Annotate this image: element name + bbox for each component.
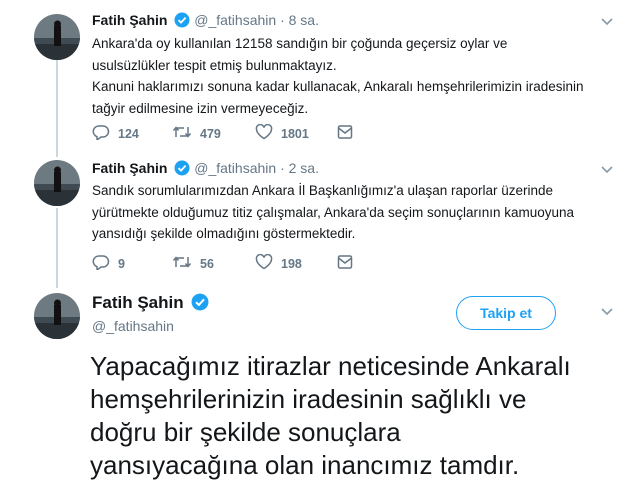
retweet-count: 56 — [200, 256, 214, 271]
tweet-text-line: Kanuni haklarımızı sonuna kadar kullanac… — [92, 79, 584, 94]
tweet-2[interactable]: Fatih Şahin @_fatihsahin · 2 sa. Sandık … — [0, 150, 628, 285]
avatar[interactable] — [34, 160, 80, 206]
main-tweet-text-line: yansıyacağına olan inancımız tamdır. — [90, 450, 520, 480]
tweet-actions: 124 479 1801 — [92, 123, 372, 144]
tweet-text-line: Sandık sorumlularımızdan Ankara İl Başka… — [92, 183, 554, 198]
author-handle[interactable]: @_fatihsahin — [194, 12, 276, 28]
share-icon — [337, 254, 361, 273]
like-count: 198 — [281, 256, 302, 271]
retweet-button[interactable]: 479 — [172, 124, 221, 143]
tweet-text-line: yansıdığı şekilde olmadığını göstermekte… — [92, 226, 356, 241]
author-name-line: Fatih Şahin — [92, 293, 209, 316]
caret-down-icon[interactable] — [600, 304, 614, 318]
separator-dot: · — [280, 12, 285, 28]
retweet-icon — [172, 254, 200, 273]
reply-button[interactable]: 124 — [92, 124, 139, 143]
like-button[interactable]: 198 — [255, 253, 302, 273]
share-button[interactable] — [337, 124, 361, 143]
caret-down-icon[interactable] — [600, 162, 614, 176]
author-name[interactable]: Fatih Şahin — [92, 293, 184, 312]
tweet-text: Ankara'da oy kullanılan 12158 sandığın b… — [92, 33, 612, 119]
share-button[interactable] — [337, 254, 361, 273]
author-handle[interactable]: @_fatihsahin — [92, 318, 174, 334]
tweet-text-line: usulsüzlükler tespit etmiş bulunmaktayız… — [92, 57, 337, 73]
reply-icon — [92, 254, 118, 273]
author-handle[interactable]: @_fatihsahin — [194, 160, 276, 176]
main-tweet-text: Yapacağımız itirazlar neticesinde Ankara… — [90, 350, 620, 482]
main-tweet-text-line: Yapacağımız itirazlar neticesinde Ankara… — [90, 351, 571, 381]
tweet-text: Sandık sorumlularımızdan Ankara İl Başka… — [92, 180, 612, 245]
like-button[interactable]: 1801 — [255, 123, 309, 143]
reply-button[interactable]: 9 — [92, 254, 125, 273]
retweet-count: 479 — [200, 126, 221, 141]
tweet-text-line: Ankara'da oy kullanılan 12158 sandığın b… — [92, 36, 508, 51]
reply-icon — [92, 124, 118, 143]
like-icon — [255, 253, 281, 273]
verified-badge-icon — [174, 12, 190, 31]
like-icon — [255, 123, 281, 143]
separator-dot: · — [280, 160, 285, 176]
share-icon — [337, 124, 361, 143]
reply-count: 124 — [118, 126, 139, 141]
tweet-text-line: yürütmekte olduğumuz titiz çalışmalar, A… — [92, 204, 575, 220]
retweet-button[interactable]: 56 — [172, 254, 214, 273]
like-count: 1801 — [281, 126, 309, 141]
tweet-text-line: tağyir edilmesine izin vermeyeceğiz. — [92, 100, 309, 116]
caret-down-icon[interactable] — [600, 14, 614, 28]
main-tweet-text-line: hemşehrilerinizin iradesinin sağlıklı ve — [90, 384, 527, 414]
timestamp[interactable]: 2 sa. — [289, 160, 319, 176]
author-name[interactable]: Fatih Şahin — [92, 12, 167, 28]
timestamp[interactable]: 8 sa. — [289, 12, 319, 28]
retweet-icon — [172, 124, 200, 143]
avatar[interactable] — [34, 293, 80, 339]
tweet-1[interactable]: Fatih Şahin @_fatihsahin · 8 sa. Ankara'… — [0, 0, 628, 150]
main-tweet-text-line: doğru bir şekilde sonuçlara — [90, 417, 401, 447]
author-name[interactable]: Fatih Şahin — [92, 160, 167, 176]
avatar[interactable] — [34, 14, 80, 60]
reply-count: 9 — [118, 256, 125, 271]
tweet-actions: 9 56 198 — [92, 253, 372, 274]
follow-button[interactable]: Takip et — [456, 296, 556, 330]
verified-badge-icon — [174, 160, 190, 179]
verified-badge-icon — [191, 293, 209, 316]
